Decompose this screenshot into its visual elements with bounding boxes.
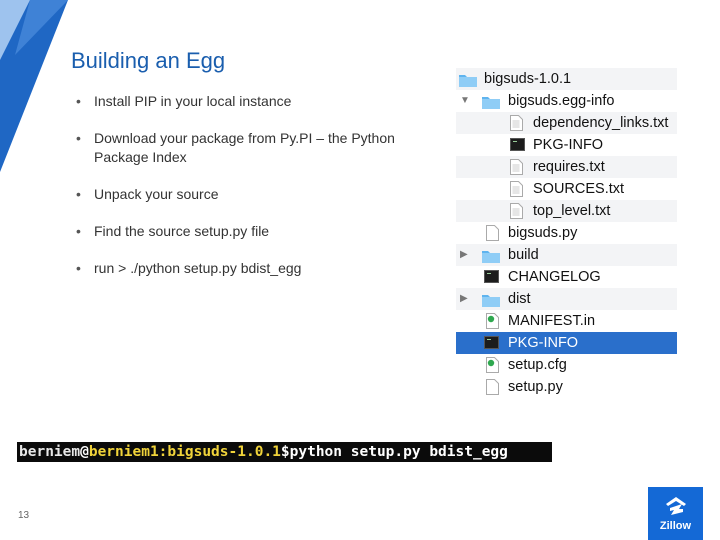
finder-row-bigsuds-egg-info[interactable]: ▼ bigsuds.egg-info (456, 90, 677, 112)
document-icon (510, 181, 523, 197)
folder-icon (482, 295, 500, 307)
bullet-item: Download your package from Py.PI – the P… (76, 129, 446, 167)
finder-row-label: PKG-INFO (508, 335, 579, 351)
folder-icon (459, 75, 477, 87)
terminal-user: berniem (19, 444, 81, 460)
finder-row-dist[interactable]: ▶ dist (456, 288, 677, 310)
finder-row-sources[interactable]: SOURCES.txt (456, 178, 677, 200)
finder-row-label: bigsuds-1.0.1 (484, 71, 572, 87)
folder-icon (482, 97, 500, 109)
finder-row-label: setup.cfg (508, 357, 567, 373)
terminal-prompt: $ (280, 444, 290, 460)
finder-row-bigsuds-1-0-1[interactable]: bigsuds-1.0.1 (456, 68, 677, 90)
finder-row-manifest[interactable]: MANIFEST.in (456, 310, 677, 332)
script-icon (486, 357, 499, 373)
finder-row-label: bigsuds.egg-info (508, 93, 615, 109)
document-icon (510, 203, 523, 219)
finder-row-label: PKG-INFO (533, 137, 604, 153)
finder-row-label: SOURCES.txt (533, 181, 625, 197)
finder-row-requires[interactable]: requires.txt (456, 156, 677, 178)
terminal-host-path: berniem1:bigsuds-1.0.1 (88, 444, 281, 460)
terminal-command-line: berniem@berniem1:bigsuds-1.0.1$python se… (17, 442, 552, 462)
disclosure-open-icon[interactable]: ▼ (460, 90, 470, 112)
finder-row-bigsuds-py[interactable]: bigsuds.py (456, 222, 677, 244)
finder-row-label: top_level.txt (533, 203, 611, 219)
page-number: 13 (18, 510, 30, 521)
logo-wordmark: Zillow (659, 520, 692, 532)
finder-row-pkg-info-inner[interactable]: PKG-INFO (456, 134, 677, 156)
finder-row-dependency-links[interactable]: dependency_links.txt (456, 112, 677, 134)
slide-title: Building an Egg (71, 48, 226, 73)
document-icon (510, 159, 523, 175)
terminal-icon (484, 270, 499, 283)
terminal-icon (484, 336, 499, 349)
document-icon (486, 379, 499, 395)
finder-row-label: dependency_links.txt (533, 115, 669, 131)
zillow-house-icon (666, 497, 686, 515)
zillow-logo: Zillow (648, 487, 703, 540)
bullet-item: run > ./python setup.py bdist_egg (76, 259, 446, 278)
disclosure-closed-icon[interactable]: ▶ (460, 244, 468, 266)
disclosure-closed-icon[interactable]: ▶ (460, 288, 468, 310)
finder-row-setup-cfg[interactable]: setup.cfg (456, 354, 677, 376)
bullet-item: Install PIP in your local instance (76, 92, 446, 111)
finder-row-label: dist (508, 291, 531, 307)
document-icon (510, 115, 523, 131)
finder-row-label: MANIFEST.in (508, 313, 596, 329)
terminal-icon (510, 138, 525, 151)
finder-row-top-level[interactable]: top_level.txt (456, 200, 677, 222)
bullet-item: Unpack your source (76, 185, 446, 204)
document-icon (486, 225, 499, 241)
finder-row-label: CHANGELOG (508, 269, 601, 285)
finder-row-label: requires.txt (533, 159, 605, 175)
terminal-command: python setup.py bdist_egg (289, 444, 508, 460)
finder-row-setup-py[interactable]: setup.py (456, 376, 677, 398)
finder-row-label: bigsuds.py (508, 225, 578, 241)
script-icon (486, 313, 499, 329)
bullet-list: Install PIP in your local instance Downl… (76, 92, 446, 278)
folder-icon (482, 251, 500, 263)
terminal-at: @ (80, 444, 89, 460)
finder-row-label: setup.py (508, 379, 563, 395)
finder-row-changelog[interactable]: CHANGELOG (456, 266, 677, 288)
finder-row-label: build (508, 247, 539, 263)
finder-row-build[interactable]: ▶ build (456, 244, 677, 266)
finder-file-list: bigsuds-1.0.1 ▼ bigsuds.egg-info depende… (456, 68, 677, 398)
finder-row-pkg-info-selected[interactable]: PKG-INFO (456, 332, 677, 354)
bullet-item: Find the source setup.py file (76, 222, 446, 241)
